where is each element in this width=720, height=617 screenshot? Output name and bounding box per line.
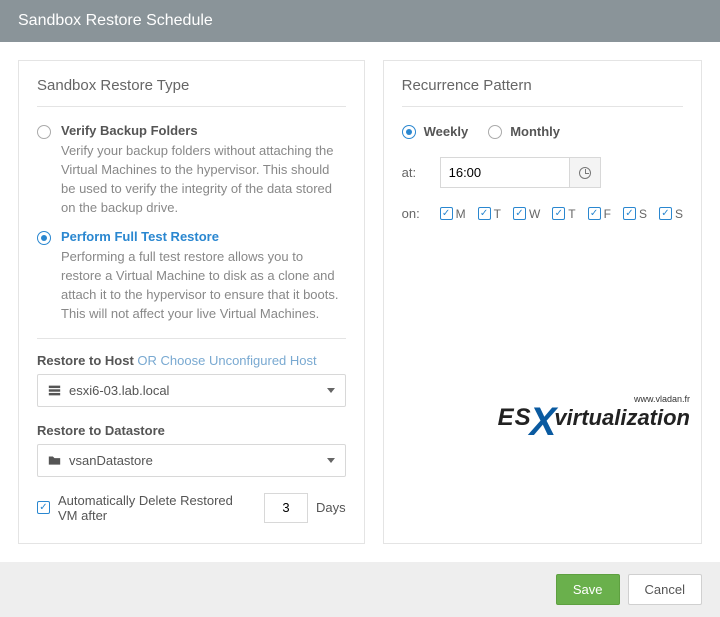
radio-full-test-restore[interactable] bbox=[37, 231, 51, 245]
restore-datastore-label: Restore to Datastore bbox=[37, 423, 346, 438]
chevron-down-icon bbox=[327, 458, 335, 463]
day-label-0: M bbox=[456, 207, 466, 221]
clock-icon bbox=[579, 167, 591, 179]
frequency-weekly-label: Weekly bbox=[424, 124, 469, 139]
restore-type-panel: Sandbox Restore Type Verify Backup Folde… bbox=[18, 60, 365, 544]
folder-icon bbox=[48, 454, 61, 467]
day-5[interactable]: S bbox=[623, 207, 647, 221]
time-input[interactable] bbox=[440, 157, 570, 188]
day-label-6: S bbox=[675, 207, 683, 221]
restore-host-label: Restore to Host OR Choose Unconfigured H… bbox=[37, 353, 346, 368]
option-full-test-restore[interactable]: Perform Full Test Restore Performing a f… bbox=[37, 229, 346, 323]
restore-datastore-value: vsanDatastore bbox=[69, 453, 153, 468]
auto-delete-row: Automatically Delete Restored VM after D… bbox=[37, 493, 346, 523]
day-checkbox-1[interactable] bbox=[478, 207, 491, 220]
frequency-row: Weekly Monthly bbox=[402, 123, 683, 139]
day-checkbox-0[interactable] bbox=[440, 207, 453, 220]
day-checkbox-5[interactable] bbox=[623, 207, 636, 220]
day-checkbox-2[interactable] bbox=[513, 207, 526, 220]
day-label-3: T bbox=[568, 207, 575, 221]
day-1[interactable]: T bbox=[478, 207, 501, 221]
day-checkbox-4[interactable] bbox=[588, 207, 601, 220]
day-checkbox-6[interactable] bbox=[659, 207, 672, 220]
time-label: at: bbox=[402, 165, 440, 180]
radio-verify-backup[interactable] bbox=[37, 125, 51, 139]
day-6[interactable]: S bbox=[659, 207, 683, 221]
radio-monthly[interactable] bbox=[488, 125, 502, 139]
divider bbox=[37, 338, 346, 339]
auto-delete-unit: Days bbox=[316, 500, 346, 515]
option-verify-backup-desc: Verify your backup folders without attac… bbox=[61, 142, 346, 217]
dialog-body: Sandbox Restore Type Verify Backup Folde… bbox=[0, 42, 720, 562]
day-label-5: S bbox=[639, 207, 647, 221]
day-0[interactable]: M bbox=[440, 207, 466, 221]
frequency-monthly[interactable]: Monthly bbox=[488, 123, 560, 139]
days-label: on: bbox=[402, 206, 440, 221]
restore-type-heading: Sandbox Restore Type bbox=[37, 77, 346, 107]
day-4[interactable]: F bbox=[588, 207, 611, 221]
recurrence-panel: Recurrence Pattern Weekly Monthly at: on… bbox=[383, 60, 702, 544]
day-3[interactable]: T bbox=[552, 207, 575, 221]
restore-host-value: esxi6-03.lab.local bbox=[69, 383, 169, 398]
time-row: at: bbox=[402, 157, 683, 188]
auto-delete-days-input[interactable] bbox=[264, 493, 308, 523]
days-row: on: M T W T F S S bbox=[402, 206, 683, 221]
option-full-test-restore-title: Perform Full Test Restore bbox=[61, 229, 346, 244]
day-2[interactable]: W bbox=[513, 207, 540, 221]
option-verify-backup-title: Verify Backup Folders bbox=[61, 123, 346, 138]
restore-host-select[interactable]: esxi6-03.lab.local bbox=[37, 374, 346, 407]
server-icon bbox=[48, 384, 61, 397]
auto-delete-label: Automatically Delete Restored VM after bbox=[58, 493, 248, 523]
frequency-weekly[interactable]: Weekly bbox=[402, 123, 469, 139]
day-checkbox-3[interactable] bbox=[552, 207, 565, 220]
chevron-down-icon bbox=[327, 388, 335, 393]
choose-unconfigured-host-link[interactable]: OR Choose Unconfigured Host bbox=[137, 353, 316, 368]
day-label-4: F bbox=[604, 207, 611, 221]
days-container: MTWTFSS bbox=[440, 207, 683, 221]
dialog-footer: Save Cancel bbox=[0, 562, 720, 617]
dialog-titlebar: Sandbox Restore Schedule bbox=[0, 0, 720, 42]
dialog-title: Sandbox Restore Schedule bbox=[18, 12, 213, 29]
restore-datastore-select[interactable]: vsanDatastore bbox=[37, 444, 346, 477]
radio-weekly[interactable] bbox=[402, 125, 416, 139]
auto-delete-checkbox[interactable] bbox=[37, 501, 50, 514]
day-label-1: T bbox=[494, 207, 501, 221]
frequency-monthly-label: Monthly bbox=[510, 124, 560, 139]
time-picker-button[interactable] bbox=[570, 157, 601, 188]
option-verify-backup[interactable]: Verify Backup Folders Verify your backup… bbox=[37, 123, 346, 217]
save-button[interactable]: Save bbox=[556, 574, 620, 605]
cancel-button[interactable]: Cancel bbox=[628, 574, 702, 605]
recurrence-heading: Recurrence Pattern bbox=[402, 77, 683, 107]
option-full-test-restore-desc: Performing a full test restore allows yo… bbox=[61, 248, 346, 323]
day-label-2: W bbox=[529, 207, 540, 221]
